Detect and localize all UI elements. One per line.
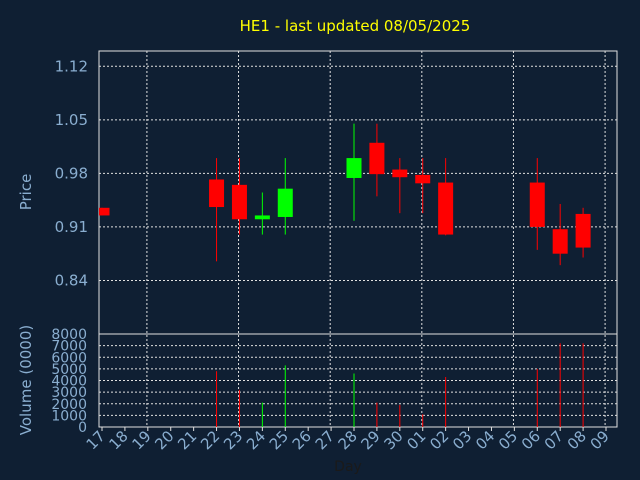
grid-layer	[99, 51, 617, 431]
candle-body	[209, 179, 225, 208]
x-tick-label: 09	[587, 427, 613, 453]
candle-body	[392, 169, 408, 178]
candle-body	[529, 182, 545, 227]
price-tick-label: 1.05	[55, 111, 88, 129]
candle-body	[346, 158, 362, 178]
ticks-layer: 0.840.910.981.051.1201000200030004000500…	[51, 57, 612, 453]
price-tick-label: 0.91	[55, 218, 88, 236]
chart-title: HE1 - last updated 08/05/2025	[240, 17, 471, 35]
candle-body	[438, 182, 454, 235]
candle-body	[575, 213, 591, 248]
candle-body	[415, 174, 431, 184]
candle-body	[552, 229, 568, 254]
price-axis-label: Price	[17, 174, 35, 211]
x-axis-label: Day	[334, 459, 362, 475]
candle-body	[99, 207, 110, 216]
chart-root: HE1 - last updated 08/05/2025 Price Volu…	[0, 0, 640, 480]
candle-body	[277, 188, 293, 217]
price-tick-label: 0.98	[55, 164, 88, 182]
candle-body	[254, 215, 270, 220]
candle-body	[369, 142, 385, 175]
volume-tick-label: 8000	[51, 327, 87, 343]
candle-body	[231, 184, 247, 220]
price-tick-label: 1.12	[55, 57, 88, 75]
volume-axis-label: Volume (0000)	[17, 325, 35, 435]
marks-layer	[99, 123, 591, 427]
price-tick-label: 0.84	[55, 271, 88, 289]
candlestick-chart: HE1 - last updated 08/05/2025 Price Volu…	[17, 17, 618, 475]
